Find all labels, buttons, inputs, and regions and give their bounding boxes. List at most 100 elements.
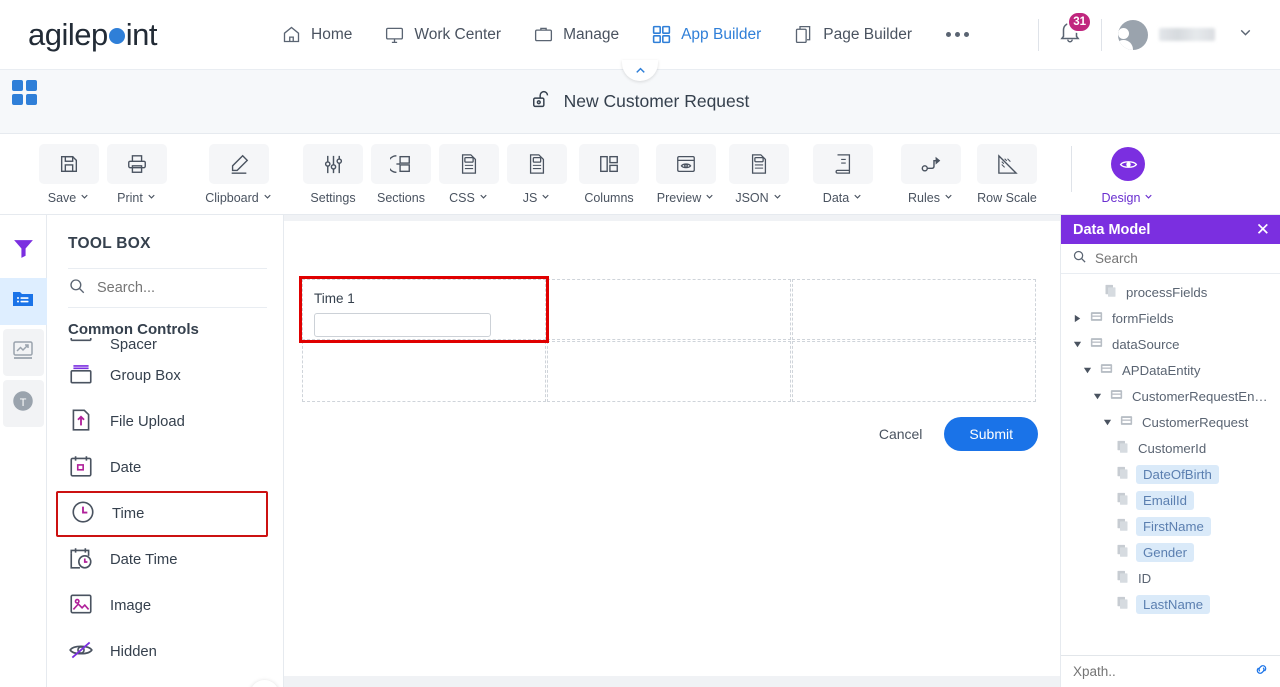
form-grid: Time 1	[299, 276, 1042, 402]
form-cell-empty[interactable]	[792, 279, 1036, 340]
form-card: Time 1 Cancel Submit	[284, 221, 1060, 676]
toolbox-item-hidden[interactable]: Hidden	[47, 629, 284, 675]
form-cell-empty[interactable]	[547, 279, 791, 340]
tree-arrow-expanded-icon[interactable]	[1101, 418, 1113, 427]
ribbon-button-columns[interactable]: Columns	[571, 142, 647, 205]
toolbox-title: TOOL BOX	[68, 235, 151, 252]
toolbox-item-time[interactable]: Time	[56, 491, 268, 537]
ribbon-label-css: CSS	[449, 191, 475, 205]
rail-item-toolbox[interactable]	[0, 278, 47, 325]
design-ribbon-toolbar: Save Print Clipboard Settings Sections C…	[0, 134, 1280, 215]
ribbon-button-preview[interactable]: Preview	[647, 142, 725, 205]
tree-node-customerid[interactable]: CustomerId	[1061, 435, 1280, 461]
toolbox-item-date[interactable]: Date	[47, 445, 284, 491]
form-cell-empty[interactable]	[547, 341, 791, 402]
nav-more-button[interactable]	[928, 26, 987, 43]
nav-item-page-builder[interactable]: Page Builder	[777, 18, 928, 51]
submit-button[interactable]: Submit	[944, 417, 1038, 451]
nav-item-app-builder[interactable]: App Builder	[635, 18, 777, 51]
columns-icon	[579, 144, 639, 184]
data-model-title: Data Model	[1073, 221, 1151, 238]
xpath-bar	[1061, 655, 1280, 687]
toolbox-item-image[interactable]: Image	[47, 583, 284, 629]
tree-arrow-expanded-icon[interactable]	[1091, 392, 1103, 401]
form-row: Time 1	[299, 276, 1042, 343]
tree-arrow-expanded-icon[interactable]	[1081, 366, 1093, 375]
close-icon[interactable]: ✕	[1256, 221, 1270, 238]
ribbon-button-js[interactable]: JS	[503, 142, 571, 205]
chevron-down-icon	[146, 191, 157, 205]
ribbon-button-print[interactable]: Print	[103, 142, 171, 205]
tree-node-id[interactable]: ID	[1061, 565, 1280, 591]
tree-node-emailid[interactable]: EmailId	[1061, 487, 1280, 513]
notifications-button[interactable]: 31	[1049, 11, 1092, 54]
tree-node-lastname[interactable]: LastName	[1061, 591, 1280, 617]
nav-label-manage: Manage	[563, 25, 620, 43]
date-icon	[68, 453, 94, 483]
preview-eye-icon	[656, 144, 716, 184]
ribbon-button-json[interactable]: JSON	[725, 142, 793, 205]
toolbox-item-label: Hidden	[110, 644, 157, 660]
tree-node-firstname[interactable]: FirstName	[1061, 513, 1280, 539]
form-cell-time-1[interactable]: Time 1	[299, 276, 549, 343]
toolbox-search[interactable]	[68, 268, 267, 308]
chevron-down-icon	[478, 191, 489, 205]
time-1-input[interactable]	[314, 313, 491, 337]
ribbon-button-rules[interactable]: Rules	[897, 142, 965, 205]
ribbon-button-design[interactable]: Design	[1094, 142, 1162, 205]
tree-node-datasource[interactable]: dataSource	[1061, 331, 1280, 357]
toolbox-item-file-upload[interactable]: File Upload	[47, 399, 284, 445]
data-model-search-input[interactable]	[1095, 251, 1245, 266]
ribbon-label-clipboard: Clipboard	[205, 191, 259, 205]
ribbon-button-settings[interactable]: Settings	[299, 142, 367, 205]
chevron-down-icon	[540, 191, 551, 205]
data-model-search[interactable]	[1061, 244, 1280, 274]
form-cell-empty[interactable]	[302, 341, 546, 402]
ribbon-label-save: Save	[47, 191, 77, 205]
form-cell-empty[interactable]	[792, 341, 1036, 402]
tree-node-processfields[interactable]: processFields	[1061, 279, 1280, 305]
page-title: New Customer Request	[531, 88, 749, 115]
ribbon-label-columns: Columns	[584, 191, 634, 205]
tree-node-gender[interactable]: Gender	[1061, 539, 1280, 565]
tree-node-apdataentity[interactable]: APDataEntity	[1061, 357, 1280, 383]
rail-item-text[interactable]: T	[2, 380, 44, 427]
tree-node-label: ID	[1138, 570, 1152, 586]
nav-item-home[interactable]: Home	[265, 18, 368, 51]
data-model-tree: processFields formFields dataSource APDa…	[1061, 274, 1280, 654]
toolbox-item-list: Spacer Group Box File Upload Date Time D…	[47, 333, 284, 687]
data-book-icon	[813, 144, 873, 184]
ribbon-button-sections[interactable]: Sections	[367, 142, 435, 205]
ribbon-label-json: JSON	[735, 191, 769, 205]
file-upload-icon	[68, 407, 94, 437]
nav-item-manage[interactable]: Manage	[517, 18, 635, 51]
rail-item-filter[interactable]	[3, 227, 44, 274]
nav-item-work-center[interactable]: Work Center	[368, 18, 517, 51]
text-t-icon: T	[10, 388, 36, 419]
ribbon-button-save[interactable]: Save	[35, 142, 103, 205]
search-input[interactable]	[97, 280, 247, 296]
link-icon[interactable]	[1253, 661, 1270, 683]
tree-node-dateofbirth[interactable]: DateOfBirth	[1061, 461, 1280, 487]
avatar[interactable]	[1118, 19, 1148, 50]
user-menu-chevron-down-icon[interactable]	[1237, 24, 1254, 46]
tree-arrow-expanded-icon[interactable]	[1071, 340, 1083, 349]
tree-node-formfields[interactable]: formFields	[1061, 305, 1280, 331]
ribbon-button-clipboard[interactable]: Clipboard	[193, 142, 285, 205]
toolbox-item-group-box[interactable]: Group Box	[47, 353, 284, 399]
ribbon-button-data[interactable]: Data	[809, 142, 877, 205]
ribbon-label-design: Design	[1101, 191, 1141, 205]
ribbon-button-css[interactable]: CSS	[435, 142, 503, 205]
rail-item-chart[interactable]	[2, 329, 44, 376]
toolbox-item-date-time[interactable]: Date Time	[47, 537, 284, 583]
tree-node-customerrequestentity[interactable]: CustomerRequestEn…	[1061, 383, 1280, 409]
agilepoint-logo[interactable]: agilep int	[28, 17, 158, 53]
app-grid-button[interactable]	[12, 80, 37, 105]
cancel-button[interactable]: Cancel	[879, 426, 923, 442]
sliders-icon	[303, 144, 363, 184]
tree-arrow-collapsed-icon[interactable]	[1071, 314, 1083, 323]
tree-node-customerrequest[interactable]: CustomerRequest	[1061, 409, 1280, 435]
ribbon-button-row-scale[interactable]: Row Scale	[965, 142, 1049, 205]
xpath-input[interactable]	[1073, 664, 1223, 679]
field-icon	[1115, 465, 1130, 483]
